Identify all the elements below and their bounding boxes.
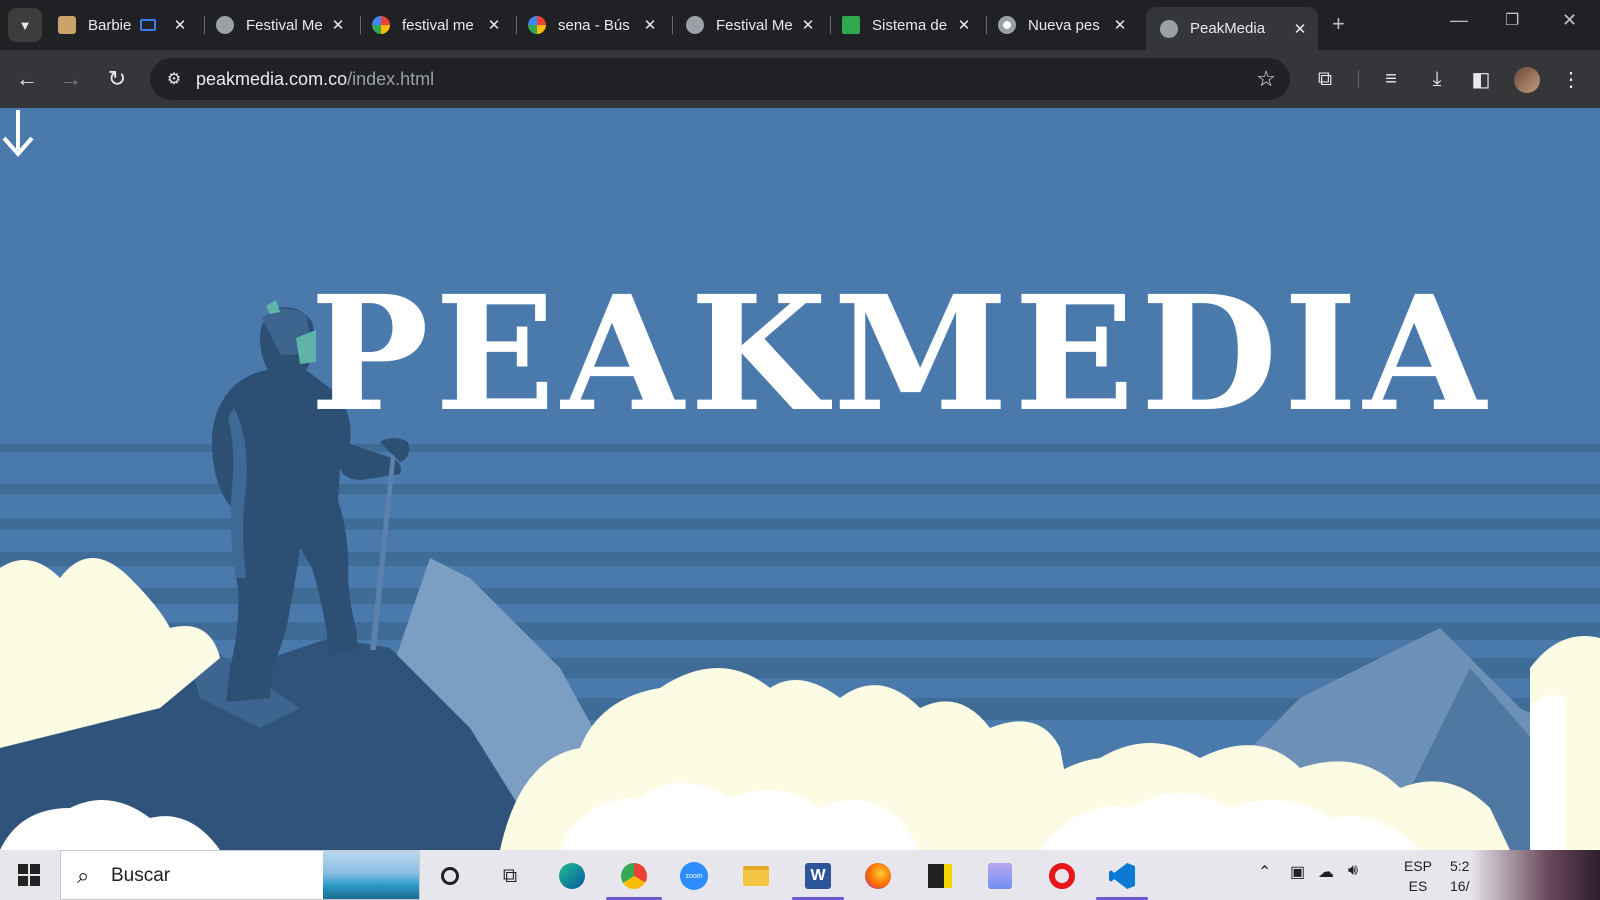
download-icon[interactable]: ⤓ bbox=[1422, 64, 1452, 94]
onedrive-cloud-icon[interactable]: ☁ bbox=[1318, 862, 1334, 882]
paint-app-icon[interactable] bbox=[986, 862, 1014, 890]
url-host: peakmedia.com.co bbox=[196, 69, 348, 89]
word-icon[interactable]: W bbox=[804, 862, 832, 890]
back-arrow-icon[interactable]: ← bbox=[12, 64, 42, 94]
reload-icon[interactable]: ↻ bbox=[102, 64, 132, 94]
tab-label: Festival Me bbox=[246, 16, 323, 34]
globe-icon bbox=[216, 16, 234, 34]
chrome-taskbar-icon[interactable] bbox=[620, 862, 648, 890]
close-tab-icon[interactable]: ✕ bbox=[640, 16, 660, 34]
page-hero: PEAKMEDIA bbox=[0, 108, 1600, 850]
new-tab-plus-icon[interactable]: + bbox=[1332, 13, 1345, 35]
close-window-icon[interactable]: ✕ bbox=[1562, 10, 1577, 31]
sena-favicon-icon bbox=[842, 16, 860, 34]
globe-icon bbox=[686, 16, 704, 34]
chrome-icon bbox=[998, 16, 1016, 34]
forward-arrow-icon[interactable]: → bbox=[56, 64, 86, 94]
close-tab-icon[interactable]: ✕ bbox=[328, 16, 348, 34]
tab-label: Nueva pes bbox=[1028, 16, 1100, 34]
site-settings-icon[interactable]: ⚙ bbox=[162, 67, 186, 91]
keyboard-layout: ES bbox=[1408, 878, 1428, 894]
tab-peakmedia[interactable]: PeakMedia ✕ bbox=[1146, 7, 1318, 50]
tab-search-chevron-icon[interactable]: ▼ bbox=[8, 8, 42, 42]
task-view-icon[interactable]: ⧉ bbox=[496, 862, 524, 890]
close-tab-icon[interactable]: ✕ bbox=[798, 16, 818, 34]
tab-label: Sistema de bbox=[872, 16, 948, 34]
google-icon bbox=[528, 16, 546, 34]
search-highlight-thumbnail bbox=[323, 851, 419, 899]
file-explorer-icon[interactable] bbox=[742, 862, 770, 890]
tab-label: Barbie bbox=[88, 16, 132, 34]
tab-strip: ▼ Barbie ✕ Festival Me ✕ festival me ✕ s… bbox=[0, 0, 1600, 50]
url-path: /index.html bbox=[347, 69, 435, 89]
address-bar[interactable]: ⚙ peakmedia.com.co/index.html ☆ bbox=[150, 58, 1290, 100]
tab-sistema[interactable]: Sistema de ✕ bbox=[842, 7, 982, 43]
globe-icon bbox=[1160, 19, 1178, 38]
vscode-icon[interactable] bbox=[1108, 862, 1136, 890]
zoom-icon[interactable]: zoom bbox=[680, 862, 708, 890]
sticky-notes-icon[interactable] bbox=[926, 862, 954, 890]
browser-toolbar: ← → ↻ ⚙ peakmedia.com.co/index.html ☆ ⧉ … bbox=[0, 50, 1600, 108]
profile-avatar[interactable] bbox=[1514, 67, 1540, 93]
picture-in-picture-icon bbox=[140, 19, 156, 31]
tab-label: festival me bbox=[402, 16, 474, 34]
brand-title: PEAKMEDIA bbox=[310, 262, 1492, 447]
extensions-puzzle-icon[interactable]: ⧉ bbox=[1310, 64, 1340, 94]
tab-festival-search[interactable]: festival me ✕ bbox=[372, 7, 512, 43]
close-tab-icon[interactable]: ✕ bbox=[170, 16, 190, 34]
meet-now-icon[interactable]: ▣ bbox=[1290, 862, 1305, 882]
bookmark-star-icon[interactable]: ☆ bbox=[1256, 66, 1276, 92]
close-tab-icon[interactable]: ✕ bbox=[484, 16, 504, 34]
url-text[interactable]: peakmedia.com.co/index.html bbox=[196, 69, 434, 90]
tab-festival-2[interactable]: Festival Me ✕ bbox=[686, 7, 826, 43]
language-indicator[interactable]: ESP ES bbox=[1404, 856, 1432, 896]
minimize-icon[interactable]: — bbox=[1450, 10, 1468, 31]
close-tab-icon[interactable]: ✕ bbox=[1290, 20, 1310, 38]
tab-label: PeakMedia bbox=[1190, 20, 1266, 37]
windows-start-icon[interactable] bbox=[18, 864, 40, 886]
taskbar-search-box[interactable]: ⌕ Buscar bbox=[60, 850, 420, 900]
tab-label: Festival Me bbox=[716, 16, 793, 34]
restore-icon[interactable]: ❐ bbox=[1505, 10, 1519, 30]
edge-icon[interactable] bbox=[558, 862, 586, 890]
search-icon: ⌕ bbox=[77, 863, 90, 888]
tab-nueva-pestana[interactable]: Nueva pes ✕ bbox=[998, 7, 1138, 43]
tab-sena-search[interactable]: sena - Bús ✕ bbox=[528, 7, 668, 43]
language-code: ESP bbox=[1404, 858, 1433, 874]
volume-icon[interactable]: 🔊︎ bbox=[1348, 862, 1358, 880]
scroll-down-arrow-icon[interactable] bbox=[0, 108, 36, 158]
barbie-favicon-icon bbox=[58, 16, 76, 34]
close-tab-icon[interactable]: ✕ bbox=[954, 16, 974, 34]
menu-kebab-icon[interactable]: ⋮ bbox=[1556, 64, 1586, 94]
close-tab-icon[interactable]: ✕ bbox=[1110, 16, 1130, 34]
tab-barbie[interactable]: Barbie ✕ bbox=[58, 7, 198, 43]
side-panel-icon[interactable]: ◧ bbox=[1466, 64, 1496, 94]
hero-illustration bbox=[0, 300, 1600, 850]
tab-festival-1[interactable]: Festival Me ✕ bbox=[216, 7, 356, 43]
search-placeholder: Buscar bbox=[111, 865, 171, 886]
desktop-peek-area[interactable] bbox=[1470, 850, 1600, 900]
cortana-icon[interactable] bbox=[436, 862, 464, 890]
firefox-icon[interactable] bbox=[864, 862, 892, 890]
google-icon bbox=[372, 16, 390, 34]
opera-icon[interactable] bbox=[1048, 862, 1076, 890]
media-controls-icon[interactable]: ≡ bbox=[1376, 64, 1406, 94]
tray-chevron-up-icon[interactable]: ⌃ bbox=[1258, 862, 1271, 882]
tab-label: sena - Bús bbox=[558, 16, 630, 34]
windows-taskbar: ⌕ Buscar ⧉ zoom W ⌃ ▣ ☁ 🔊︎ ESP ES 5:25 p… bbox=[0, 850, 1600, 900]
